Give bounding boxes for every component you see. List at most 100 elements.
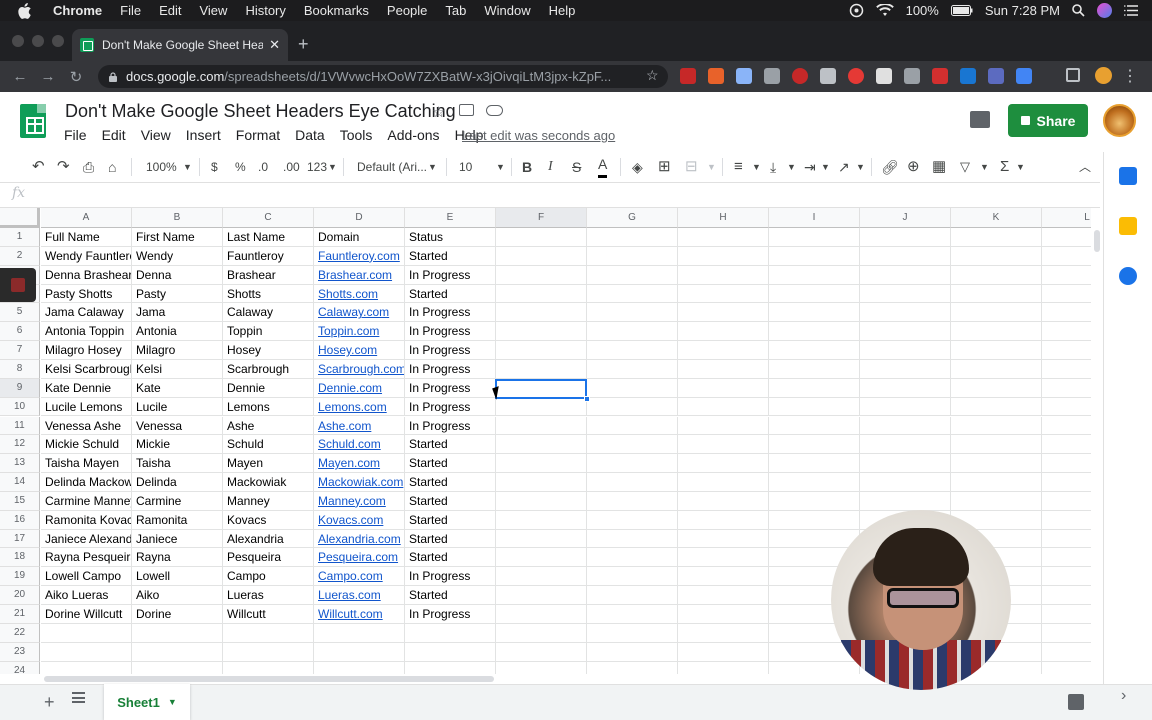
- empty-cell[interactable]: [951, 284, 1042, 304]
- empty-cell[interactable]: [496, 586, 587, 605]
- empty-cell[interactable]: [1042, 643, 1091, 662]
- empty-cell[interactable]: [1042, 605, 1091, 624]
- selected-cell-f9[interactable]: [495, 379, 587, 399]
- empty-cell[interactable]: [951, 265, 1042, 285]
- empty-cell[interactable]: [587, 416, 678, 436]
- empty-cell[interactable]: [587, 265, 678, 285]
- cell-first-name[interactable]: Lucile: [132, 397, 223, 417]
- empty-cell[interactable]: [587, 623, 678, 643]
- menu-edit[interactable]: Edit: [150, 3, 190, 18]
- cell-domain[interactable]: Lemons.com: [314, 397, 405, 417]
- empty-cell[interactable]: [951, 397, 1042, 417]
- new-tab-icon[interactable]: +: [298, 34, 309, 55]
- cell-first-name[interactable]: Carmine: [132, 491, 223, 511]
- cell-first-name[interactable]: Kate: [132, 378, 223, 398]
- increase-decimal-button[interactable]: .00: [283, 152, 300, 182]
- empty-cell[interactable]: [860, 265, 951, 285]
- share-button[interactable]: Share: [1008, 104, 1088, 137]
- row-header-24[interactable]: 24: [0, 661, 40, 674]
- cell-status[interactable]: In Progress: [405, 303, 496, 323]
- cell-domain[interactable]: Toppin.com: [314, 322, 405, 342]
- row-header-7[interactable]: 7: [0, 341, 40, 360]
- back-icon[interactable]: ←: [6, 68, 34, 85]
- empty-cell[interactable]: [1042, 435, 1091, 455]
- empty-cell[interactable]: [587, 435, 678, 455]
- column-header-d[interactable]: D: [314, 208, 405, 228]
- empty-cell[interactable]: [587, 303, 678, 323]
- currency-format-button[interactable]: $: [211, 152, 218, 182]
- empty-cell[interactable]: [496, 510, 587, 530]
- chrome-menu-icon[interactable]: ⋮: [1122, 66, 1138, 86]
- empty-cell[interactable]: [1042, 322, 1091, 342]
- row-header-2[interactable]: 2: [0, 246, 40, 266]
- empty-cell[interactable]: [860, 322, 951, 342]
- valign-chevron-down-icon[interactable]: ▼: [787, 152, 796, 182]
- cell-first-name[interactable]: Wendy: [132, 246, 223, 266]
- cell-domain[interactable]: Mackowiak.com: [314, 473, 405, 492]
- font-family-select[interactable]: Default (Ari...: [357, 152, 427, 182]
- cell-domain[interactable]: Willcutt.com: [314, 605, 405, 624]
- empty-cell[interactable]: [769, 228, 860, 247]
- empty-cell[interactable]: [1042, 228, 1091, 247]
- extension-icon-4[interactable]: [764, 68, 780, 84]
- row-header-6[interactable]: 6: [0, 322, 40, 342]
- merge-cells-icon[interactable]: ⊟: [685, 152, 698, 182]
- last-edit-link[interactable]: Last edit was seconds ago: [462, 128, 615, 143]
- empty-cell[interactable]: [587, 548, 678, 568]
- cell-last-name[interactable]: Campo: [223, 567, 314, 587]
- cell-status[interactable]: In Progress: [405, 322, 496, 342]
- empty-cell[interactable]: [496, 228, 587, 247]
- empty-cell[interactable]: [1042, 247, 1091, 266]
- cell-full-name[interactable]: Venessa Ashe: [41, 416, 132, 436]
- cell-last-name[interactable]: Lemons: [223, 397, 314, 417]
- row-header-5[interactable]: 5: [0, 303, 40, 323]
- empty-cell[interactable]: [678, 284, 769, 304]
- formula-bar[interactable]: [0, 182, 1100, 208]
- cell-full-name[interactable]: Pasty Shotts: [41, 284, 132, 304]
- decrease-decimal-button[interactable]: .0: [258, 152, 268, 182]
- cell-first-name[interactable]: [132, 661, 223, 674]
- cell-domain[interactable]: Dennie.com: [314, 378, 405, 398]
- formats-chevron-down-icon[interactable]: ▼: [328, 152, 337, 182]
- notification-center-icon[interactable]: [1124, 5, 1138, 16]
- empty-cell[interactable]: [1042, 662, 1091, 674]
- empty-cell[interactable]: [587, 510, 678, 530]
- adblock-extension-icon[interactable]: [680, 68, 696, 84]
- cell-full-name[interactable]: Delinda Mackowiak: [41, 473, 132, 492]
- redo-icon[interactable]: ↷: [57, 152, 70, 182]
- docs-menu-view[interactable]: View: [141, 127, 171, 143]
- column-header-l[interactable]: L: [1042, 208, 1091, 228]
- row-header-18[interactable]: 18: [0, 548, 40, 568]
- calendar-icon[interactable]: [1119, 167, 1137, 185]
- halign-chevron-down-icon[interactable]: ▼: [752, 152, 761, 182]
- extension-icon-2[interactable]: [708, 68, 724, 84]
- cell-domain[interactable]: Calaway.com: [314, 303, 405, 323]
- empty-cell[interactable]: [678, 397, 769, 417]
- empty-cell[interactable]: [860, 284, 951, 304]
- explore-icon[interactable]: [1068, 694, 1084, 710]
- cell-domain[interactable]: Kovacs.com: [314, 510, 405, 530]
- docs-menu-insert[interactable]: Insert: [186, 127, 221, 143]
- row-header-19[interactable]: 19: [0, 567, 40, 587]
- cell-first-name[interactable]: Delinda: [132, 473, 223, 492]
- cell-status[interactable]: Started: [405, 510, 496, 530]
- cell-last-name[interactable]: Toppin: [223, 322, 314, 342]
- empty-cell[interactable]: [769, 529, 860, 549]
- cell-status[interactable]: Started: [405, 435, 496, 455]
- cell-full-name[interactable]: [41, 661, 132, 674]
- extension-icon-12[interactable]: [988, 68, 1004, 84]
- empty-cell[interactable]: [769, 284, 860, 304]
- row-header-20[interactable]: 20: [0, 586, 40, 605]
- profile-icon[interactable]: [1095, 67, 1112, 84]
- forward-icon[interactable]: →: [34, 68, 62, 85]
- horizontal-align-icon[interactable]: ≡: [734, 152, 743, 182]
- empty-cell[interactable]: [587, 341, 678, 360]
- empty-cell[interactable]: [1042, 360, 1091, 379]
- empty-cell[interactable]: [1042, 567, 1091, 587]
- column-header-g[interactable]: G: [587, 208, 678, 228]
- column-header-j[interactable]: J: [860, 208, 951, 228]
- empty-cell[interactable]: [860, 473, 951, 492]
- empty-cell[interactable]: [587, 284, 678, 304]
- empty-cell[interactable]: [769, 378, 860, 398]
- cell-status[interactable]: [405, 661, 496, 674]
